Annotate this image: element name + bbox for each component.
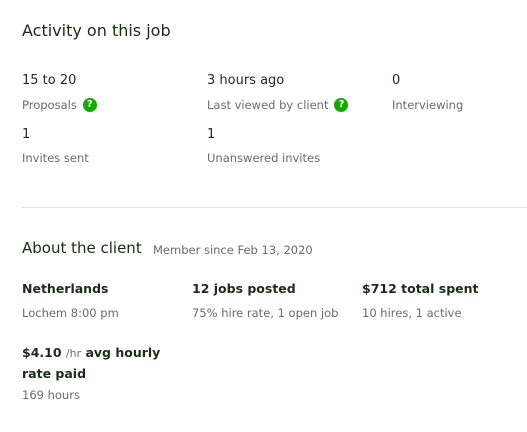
- client-location: Netherlands: [22, 281, 109, 296]
- invites-sent-value: 1: [22, 127, 31, 142]
- proposals-label-text: Proposals: [22, 98, 77, 112]
- proposals-value: 15 to 20: [22, 73, 77, 88]
- total-spent: $712 total spent: [362, 281, 479, 296]
- about-client-title: About the client: [22, 239, 142, 257]
- help-icon[interactable]: ?: [334, 98, 349, 112]
- unanswered-invites-value: 1: [207, 127, 216, 142]
- section-divider: [22, 207, 527, 208]
- help-icon[interactable]: ?: [82, 98, 97, 112]
- hires-active: 10 hires, 1 active: [362, 306, 462, 320]
- interviewing-value: 0: [392, 73, 401, 88]
- invites-sent-label: Invites sent: [22, 151, 89, 165]
- avg-hourly-rate: $4.10 /hr avg hourly rate paid: [22, 343, 172, 384]
- interviewing-label: Interviewing: [392, 98, 464, 112]
- client-local-time: Lochem 8:00 pm: [22, 306, 119, 320]
- rate-unit: /hr: [65, 347, 82, 360]
- activity-title: Activity on this job: [22, 21, 171, 40]
- last-viewed-value: 3 hours ago: [207, 73, 285, 88]
- last-viewed-label-text: Last viewed by client: [207, 98, 329, 112]
- jobs-posted: 12 jobs posted: [192, 281, 296, 296]
- unanswered-invites-label: Unanswered invites: [207, 151, 321, 165]
- hours-worked: 169 hours: [22, 388, 80, 402]
- proposals-label: Proposals ?: [22, 98, 97, 112]
- hire-rate: 75% hire rate, 1 open job: [192, 306, 339, 320]
- last-viewed-label: Last viewed by client ?: [207, 98, 349, 112]
- rate-amount: $4.10: [22, 345, 62, 360]
- member-since: Member since Feb 13, 2020: [153, 243, 313, 257]
